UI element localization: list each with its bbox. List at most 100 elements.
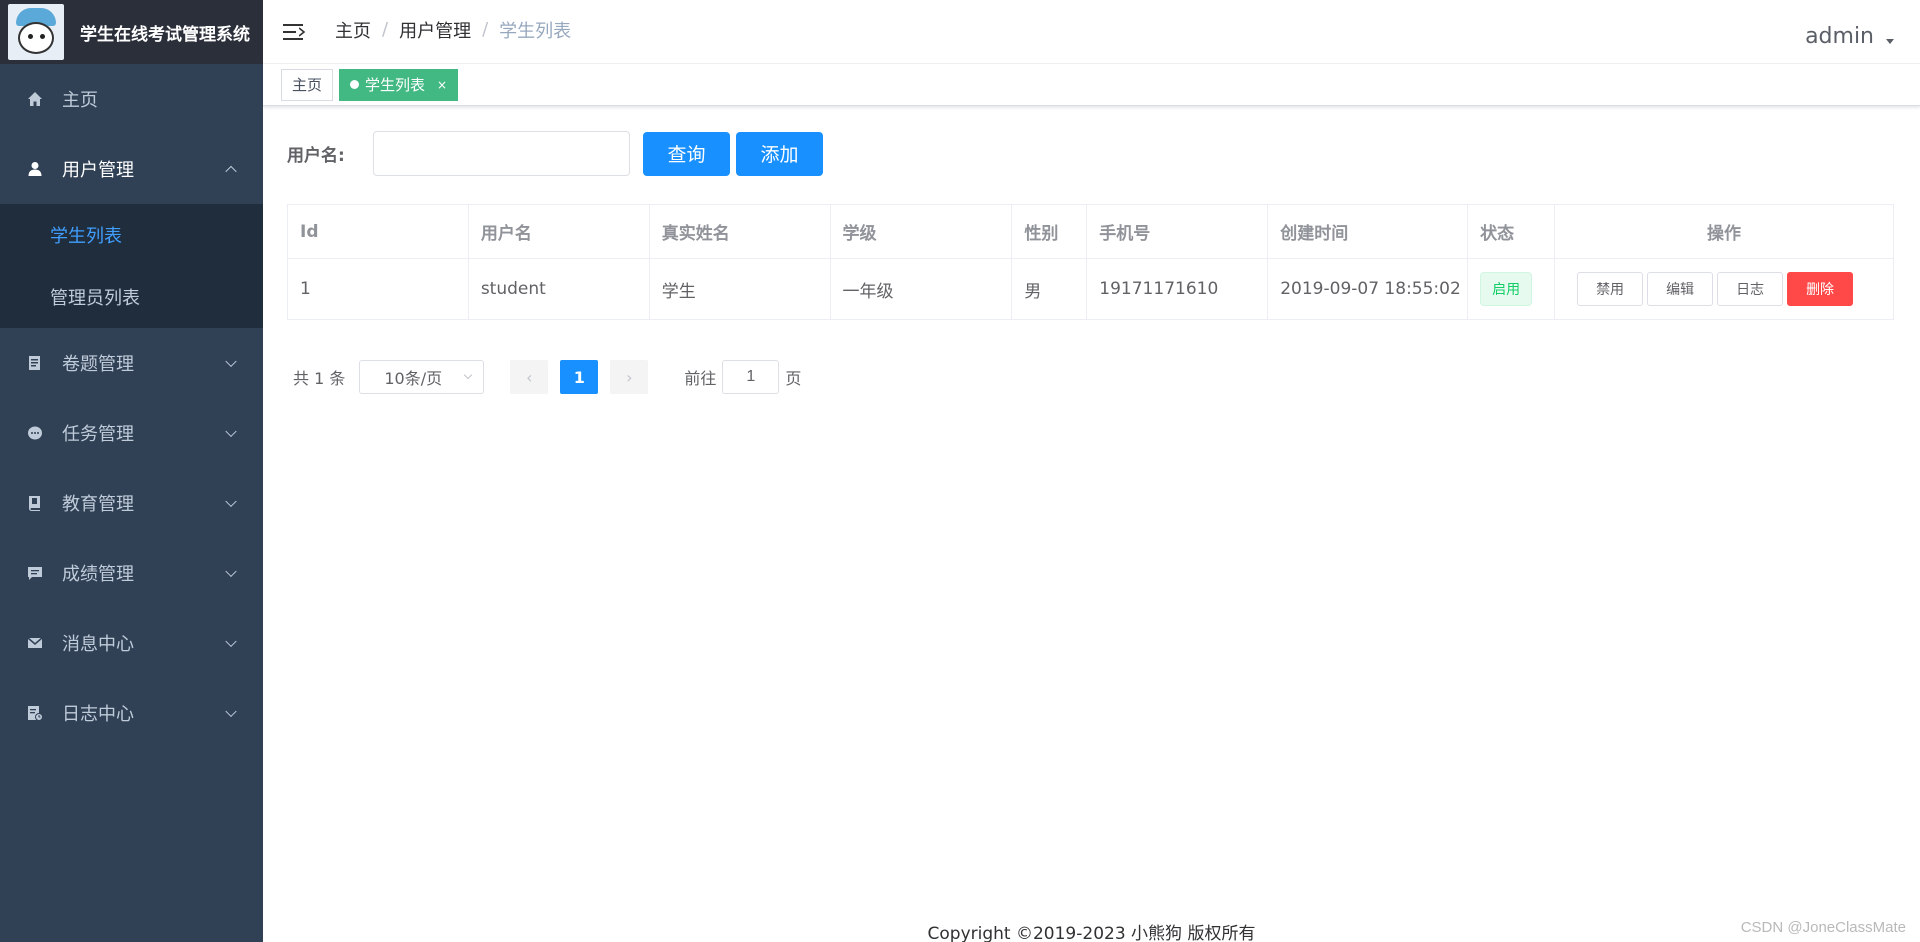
column-header-status: 状态 (1467, 204, 1556, 259)
tag-student-list[interactable]: 学生列表 × (339, 68, 459, 101)
active-dot-icon (350, 80, 360, 89)
sidebar-item-task-management[interactable]: 任务管理 (0, 398, 263, 468)
chevron-down-icon (225, 495, 237, 508)
home-icon (26, 90, 44, 108)
cell-grade: 一年级 (829, 258, 1013, 320)
delete-button[interactable]: 删除 (1787, 272, 1854, 306)
next-page-button[interactable]: › (610, 360, 649, 394)
sidebar-item-student-list[interactable]: 学生列表 (0, 204, 263, 266)
breadcrumb-separator: / (482, 19, 489, 40)
column-header-created: 创建时间 (1267, 204, 1469, 259)
sidebar-item-label: 日志中心 (62, 704, 134, 725)
main-content: 用户名: 查询 添加 Id 用户名 真实姓名 学级 性别 手机号 创建时间 状态… (263, 106, 1920, 942)
tag-home[interactable]: 主页 (281, 68, 334, 101)
chevron-right-icon: › (626, 367, 633, 387)
cell-actions: 禁用 编辑 日志 删除 (1554, 258, 1894, 320)
cell-username: student (467, 258, 650, 320)
column-header-username: 用户名 (467, 204, 650, 259)
caret-down-icon (1886, 39, 1894, 44)
submenu-user-management: 学生列表 管理员列表 (0, 204, 263, 328)
footer-copyright: Copyright ©2019-2023 小熊狗 版权所有 (927, 924, 1256, 942)
tag-label: 主页 (292, 76, 323, 94)
sidebar-item-paper-management[interactable]: 卷题管理 (0, 328, 263, 398)
sidebar-item-label: 用户管理 (62, 160, 134, 181)
page-size-select[interactable]: 10条/页 (359, 360, 485, 394)
search-form: 用户名: 查询 添加 (287, 131, 823, 176)
watermark: CSDN @JoneClassMate (1740, 919, 1906, 936)
page-size-value: 10条/页 (384, 369, 443, 388)
username-label: 用户名: (287, 146, 345, 166)
chat-icon (26, 564, 44, 582)
cell-created: 2019-09-07 18:55:02 (1267, 258, 1469, 320)
breadcrumb: 主页 / 用户管理 / 学生列表 (335, 17, 571, 43)
chevron-down-icon (225, 635, 237, 648)
page-jumper: 前往 页 (684, 360, 801, 394)
tags-view: 主页 学生列表 × (263, 64, 1920, 106)
chevron-down-icon (225, 425, 237, 438)
chevron-down-icon (225, 355, 237, 368)
user-icon (26, 160, 44, 178)
close-icon[interactable]: × (437, 78, 447, 92)
goto-prefix: 前往 (684, 369, 717, 388)
edit-button[interactable]: 编辑 (1647, 272, 1714, 306)
chevron-down-icon (225, 705, 237, 718)
sidebar-item-education-management[interactable]: 教育管理 (0, 468, 263, 538)
sidebar-item-log-center[interactable]: 日志中心 (0, 678, 263, 748)
sidebar-item-label: 卷题管理 (62, 354, 134, 375)
sidebar-item-label: 成绩管理 (62, 564, 134, 585)
goto-suffix: 页 (785, 369, 802, 388)
book-icon (26, 494, 44, 512)
cell-sex: 男 (1011, 258, 1088, 320)
pagination-total: 共 1 条 (293, 369, 346, 388)
logo-bar[interactable]: 学生在线考试管理系统 (0, 0, 263, 64)
query-button[interactable]: 查询 (643, 131, 730, 176)
sidebar-menu: 主页 用户管理 学生列表 管理员列表 卷题管理 任务管理 教育管理 成绩管理 消… (0, 64, 263, 748)
cell-status: 启用 (1467, 258, 1556, 320)
sidebar: 学生在线考试管理系统 主页 用户管理 学生列表 管理员列表 卷题管理 任务管理 … (0, 0, 263, 942)
cell-id: 1 (287, 258, 469, 320)
sidebar-item-message-center[interactable]: 消息中心 (0, 608, 263, 678)
column-header-grade: 学级 (829, 204, 1013, 259)
chevron-down-icon (464, 370, 473, 380)
app-title: 学生在线考试管理系统 (80, 24, 250, 45)
table-row: 1 student 学生 一年级 男 19171171610 2019-09-0… (287, 258, 1894, 320)
log-button[interactable]: 日志 (1717, 272, 1784, 306)
username-search-input[interactable] (373, 131, 630, 176)
prev-page-button[interactable]: ‹ (510, 360, 549, 394)
column-header-phone: 手机号 (1086, 204, 1269, 259)
sidebar-item-user-management[interactable]: 用户管理 (0, 134, 263, 204)
breadcrumb-item-user-management[interactable]: 用户管理 (399, 17, 471, 43)
column-header-actions: 操作 (1554, 204, 1894, 259)
logo-avatar (8, 4, 64, 60)
log-icon (26, 704, 44, 722)
task-icon (26, 424, 44, 442)
table-header-row: Id 用户名 真实姓名 学级 性别 手机号 创建时间 状态 操作 (287, 204, 1894, 259)
user-dropdown[interactable]: admin (1805, 24, 1894, 49)
column-header-realname: 真实姓名 (648, 204, 831, 259)
top-navbar: 主页 / 用户管理 / 学生列表 admin (263, 0, 1920, 64)
column-header-sex: 性别 (1011, 204, 1088, 259)
sidebar-item-home[interactable]: 主页 (0, 64, 263, 134)
sidebar-item-label: 主页 (62, 90, 98, 111)
cell-realname: 学生 (648, 258, 831, 320)
cell-phone: 19171171610 (1086, 258, 1269, 320)
status-badge: 启用 (1480, 272, 1533, 306)
sidebar-item-label: 教育管理 (62, 494, 134, 515)
student-table: Id 用户名 真实姓名 学级 性别 手机号 创建时间 状态 操作 1 stude… (287, 204, 1894, 320)
sidebar-item-admin-list[interactable]: 管理员列表 (0, 266, 263, 328)
disable-button[interactable]: 禁用 (1577, 272, 1644, 306)
tag-label: 学生列表 (365, 76, 426, 94)
chevron-left-icon: ‹ (526, 367, 533, 387)
sidebar-item-label: 任务管理 (62, 424, 134, 445)
breadcrumb-item-home[interactable]: 主页 (335, 17, 371, 43)
goto-page-input[interactable] (722, 360, 780, 394)
sidebar-item-score-management[interactable]: 成绩管理 (0, 538, 263, 608)
add-button[interactable]: 添加 (736, 131, 823, 176)
hamburger-icon[interactable] (283, 22, 306, 42)
page-number-button[interactable]: 1 (560, 360, 599, 394)
mail-icon (26, 634, 44, 652)
paper-icon (26, 354, 44, 372)
column-header-id: Id (287, 204, 469, 259)
pagination: 共 1 条 10条/页 ‹ 1 › 前往 页 (293, 360, 801, 394)
username: admin (1805, 24, 1874, 49)
